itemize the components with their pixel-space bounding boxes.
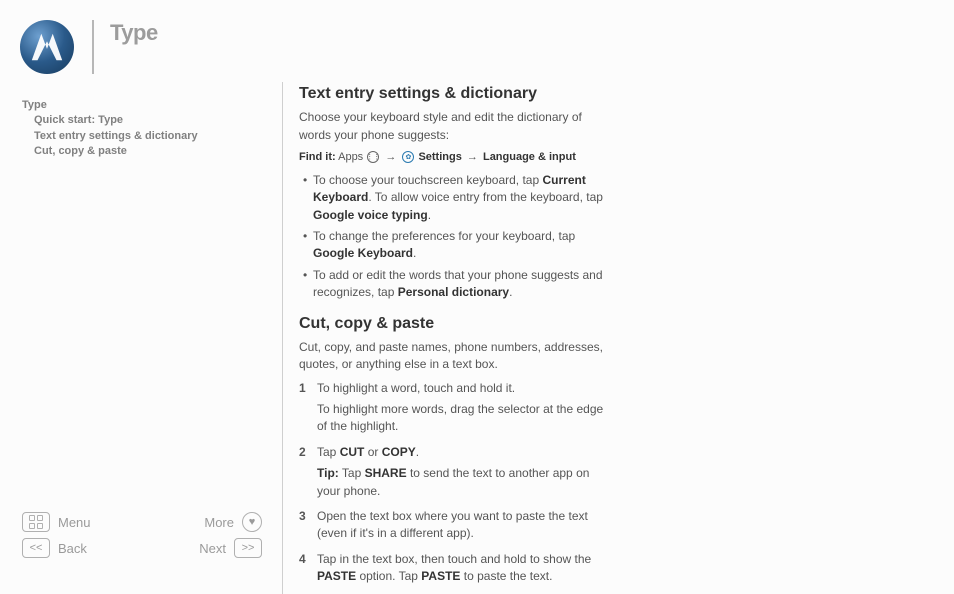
- heart-circle-icon: ♥: [242, 512, 262, 532]
- next-button[interactable]: >> Next: [199, 538, 262, 558]
- page-title: Type: [110, 20, 158, 46]
- step-subtext: To highlight more words, drag the select…: [317, 401, 612, 436]
- find-it-path: Find it: Apps ⋮⋮ → ✿ Settings → Language…: [299, 150, 612, 166]
- nav-label: Back: [58, 541, 87, 556]
- bullet-item: To change the preferences for your keybo…: [299, 228, 612, 263]
- nav-label: Menu: [58, 515, 91, 530]
- apps-grid-icon: ⋮⋮: [367, 151, 379, 163]
- table-of-contents: Type Quick start: Type Text entry settin…: [22, 98, 198, 160]
- section-intro: Cut, copy, and paste names, phone number…: [299, 339, 612, 374]
- next-icon: >>: [234, 538, 262, 558]
- toc-item[interactable]: Cut, copy & paste: [22, 144, 198, 159]
- toc-item[interactable]: Text entry settings & dictionary: [22, 129, 198, 144]
- section-intro: Choose your keyboard style and edit the …: [299, 109, 612, 144]
- findit-label: Find it:: [299, 151, 336, 163]
- bullet-item: To choose your touchscreen keyboard, tap…: [299, 172, 612, 224]
- step-item: To highlight a word, touch and hold it. …: [299, 380, 612, 436]
- motorola-logo-icon: [20, 20, 74, 74]
- findit-target: Language & input: [483, 151, 576, 163]
- findit-settings: Settings: [418, 151, 461, 163]
- title-divider: Type: [92, 20, 158, 74]
- settings-gear-icon: ✿: [402, 151, 414, 163]
- back-button[interactable]: << Back: [22, 538, 87, 558]
- section-heading: Cut, copy & paste: [299, 312, 612, 335]
- bullet-item: To add or edit the words that your phone…: [299, 267, 612, 302]
- section-heading: Text entry settings & dictionary: [299, 82, 612, 105]
- tip-text: Tip: Tap SHARE to send the text to anoth…: [317, 465, 612, 500]
- bottom-nav: Menu ♥ More << Back >> Next: [22, 512, 262, 564]
- main-content: Text entry settings & dictionary Choose …: [282, 82, 612, 594]
- nav-label: More: [204, 515, 234, 530]
- bullet-list: To choose your touchscreen keyboard, tap…: [299, 172, 612, 302]
- findit-apps: Apps: [338, 151, 363, 163]
- step-item: Tap in the text box, then touch and hold…: [299, 551, 612, 586]
- nav-label: Next: [199, 541, 226, 556]
- header: Type: [20, 20, 158, 74]
- step-item: Tap CUT or COPY. Tip: Tap SHARE to send …: [299, 444, 612, 500]
- arrow-icon: →: [385, 151, 396, 163]
- toc-item[interactable]: Quick start: Type: [22, 113, 198, 128]
- grid-icon: [22, 512, 50, 532]
- numbered-steps: To highlight a word, touch and hold it. …: [299, 380, 612, 586]
- more-button[interactable]: ♥ More: [204, 512, 262, 532]
- toc-root[interactable]: Type: [22, 98, 198, 113]
- menu-button[interactable]: Menu: [22, 512, 91, 532]
- step-item: Open the text box where you want to past…: [299, 508, 612, 543]
- arrow-icon: →: [467, 151, 478, 163]
- m-logo-svg: [28, 28, 66, 66]
- back-icon: <<: [22, 538, 50, 558]
